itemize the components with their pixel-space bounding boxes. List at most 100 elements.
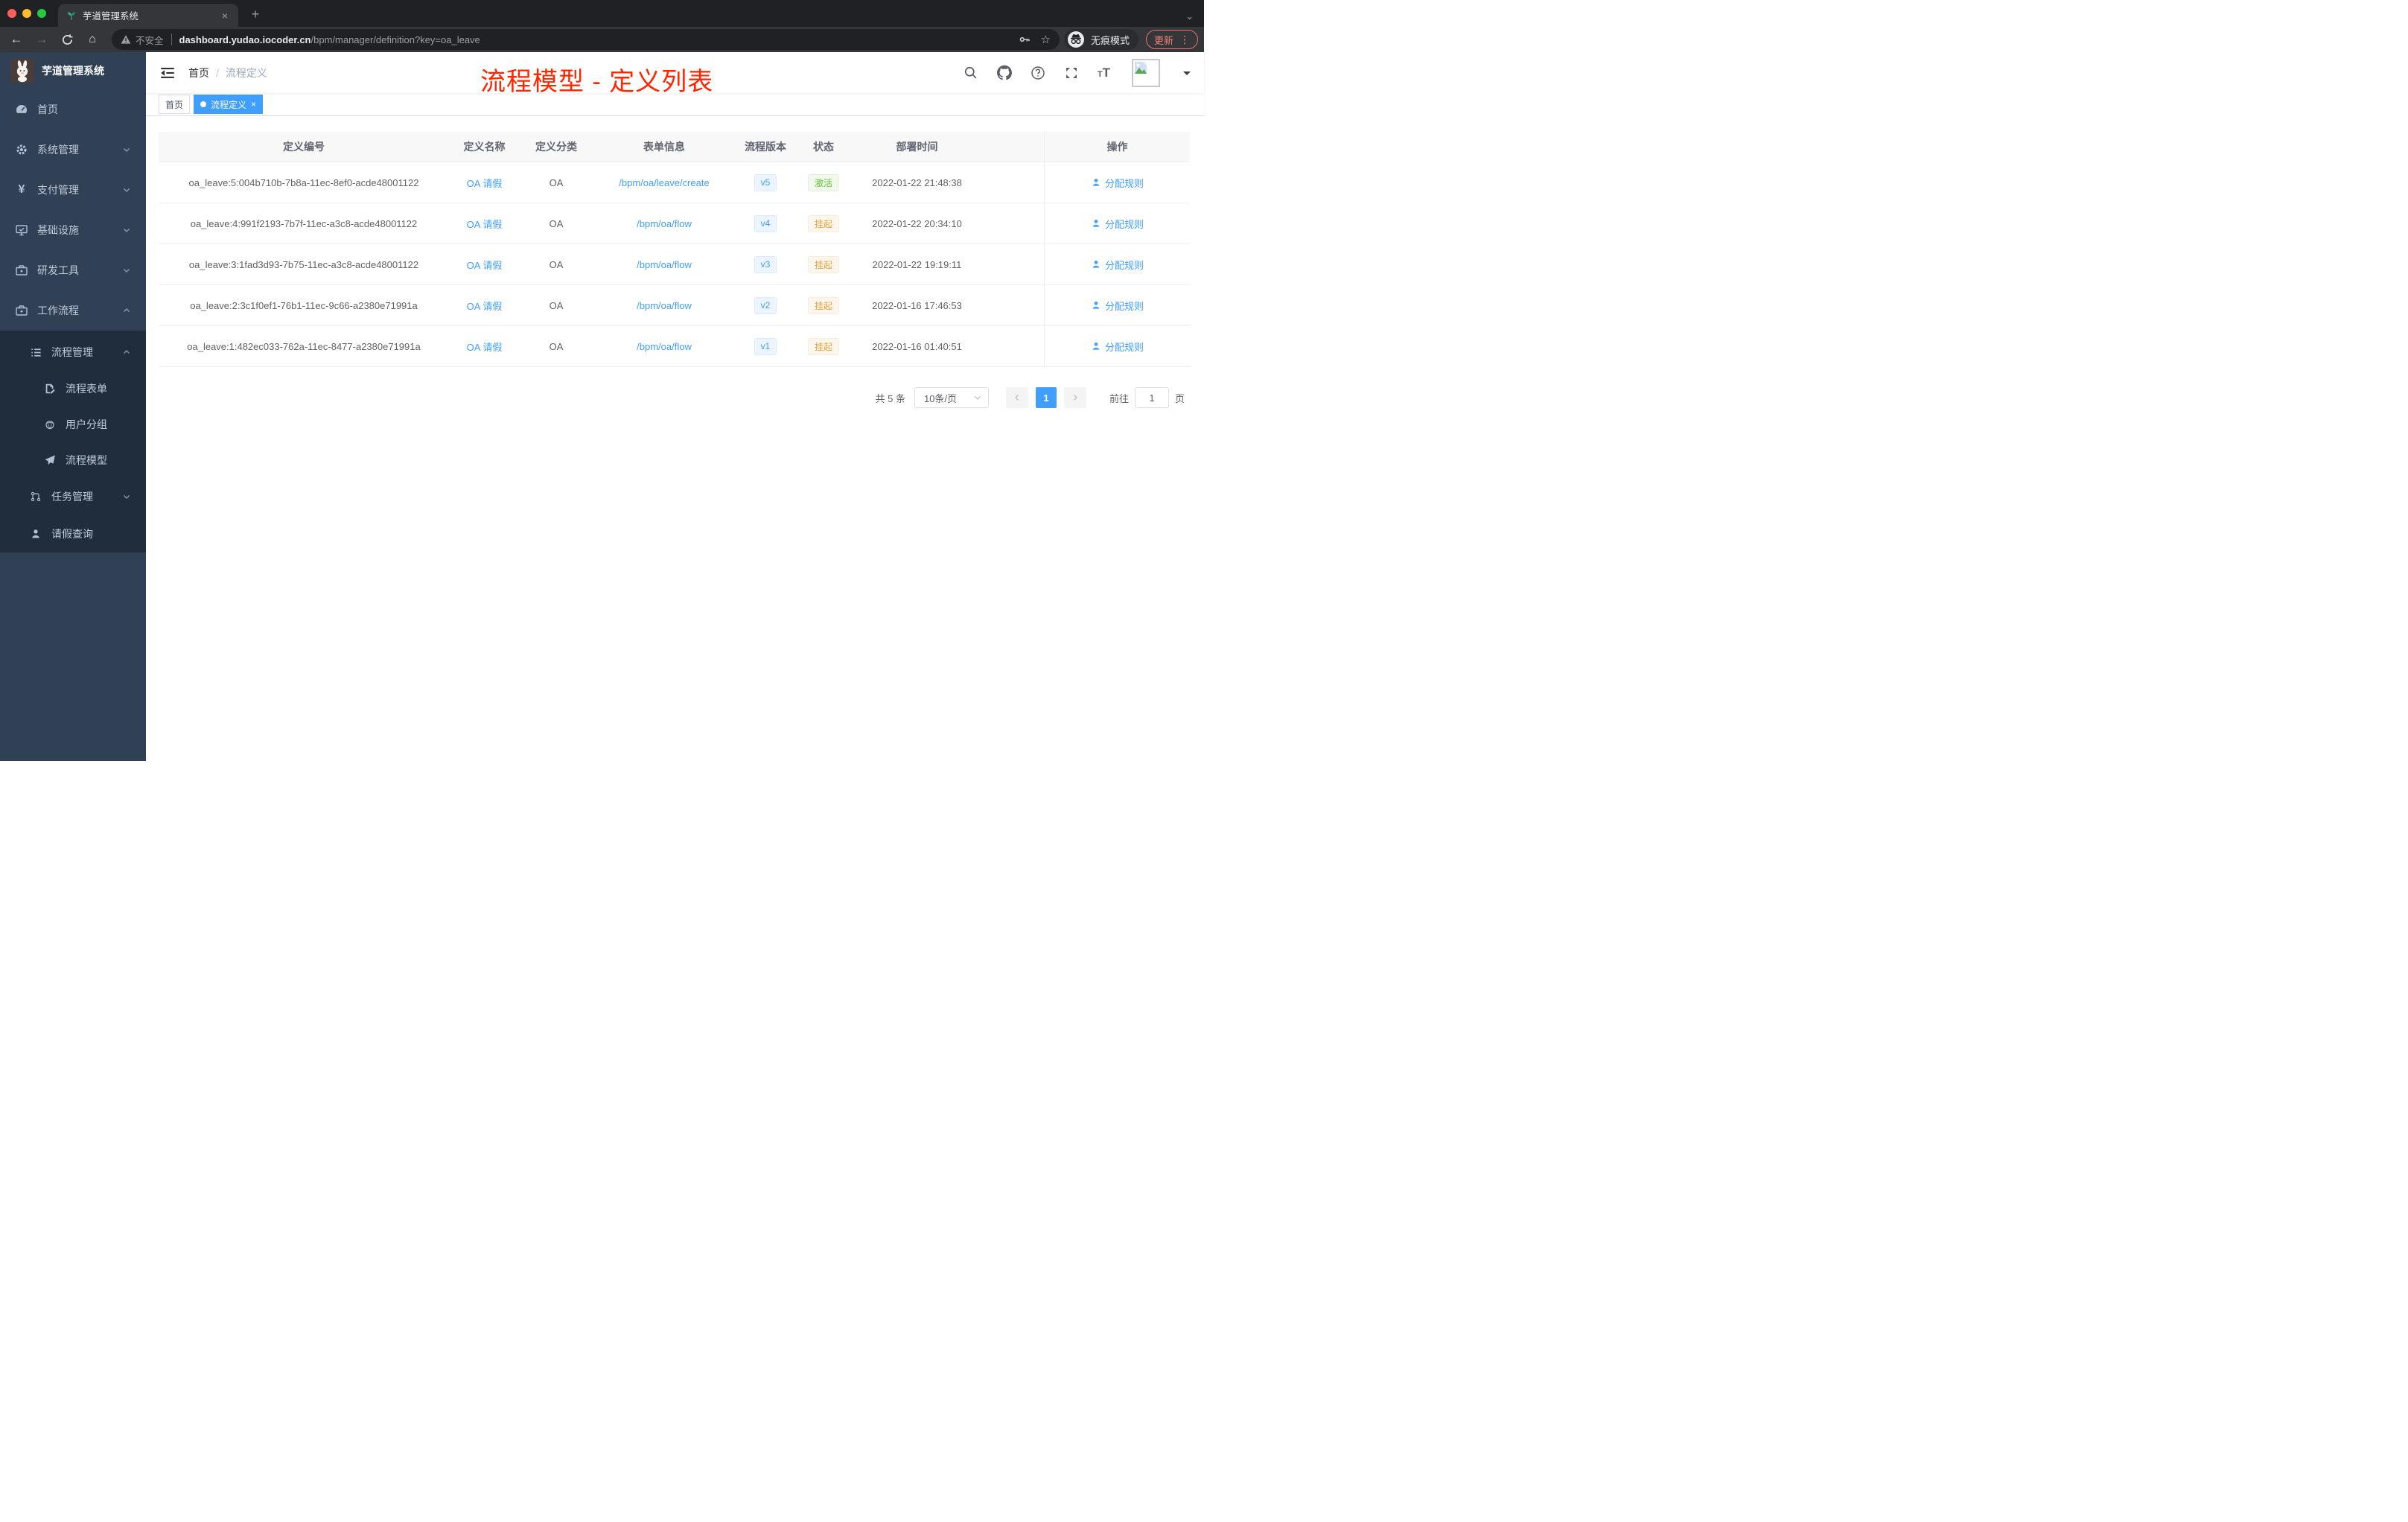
- definition-name-link[interactable]: OA 请假: [467, 217, 503, 231]
- status-badge: 挂起: [807, 255, 839, 273]
- next-page-button[interactable]: [1063, 387, 1086, 408]
- font-size-icon[interactable]: TT: [1098, 66, 1110, 79]
- header-form-info: 表单信息: [643, 141, 685, 153]
- paper-plane-icon: [43, 453, 57, 467]
- page-size-select[interactable]: 10条/页: [914, 387, 989, 408]
- forward-button[interactable]: →: [31, 29, 52, 50]
- sidebar-item-process-form[interactable]: 流程表单: [0, 371, 146, 407]
- yen-icon: ¥: [18, 183, 25, 196]
- assign-rule-button[interactable]: 分配规则: [1091, 258, 1144, 272]
- tab-close-icon[interactable]: ×: [219, 10, 231, 22]
- status-badge: 激活: [807, 173, 839, 191]
- chevron-down-icon: [122, 185, 131, 194]
- current-page-button[interactable]: 1: [1035, 387, 1057, 408]
- breadcrumb-separator: /: [216, 66, 219, 79]
- home-button[interactable]: ⌂: [82, 29, 103, 50]
- table-header-row: 定义编号 定义名称 定义分类 表单信息 流程版本 状态 部署时间 操作: [159, 132, 1190, 162]
- version-tag: v5: [754, 173, 777, 191]
- goto-page-input[interactable]: [1134, 387, 1169, 408]
- reload-button[interactable]: [57, 29, 77, 50]
- zoom-window-button[interactable]: [37, 9, 46, 18]
- security-warning-icon: [121, 34, 131, 45]
- sidebar-item-process-mgmt[interactable]: 流程管理: [0, 334, 146, 371]
- sidebar-item-leave-query[interactable]: 请假查询: [0, 515, 146, 553]
- definition-category: OA: [549, 176, 564, 188]
- sidebar-item-user-group[interactable]: 用户分组: [0, 407, 146, 442]
- definition-name-link[interactable]: OA 请假: [467, 340, 503, 354]
- url-path: /bpm/manager/definition?key=oa_leave: [310, 34, 480, 45]
- dashboard-icon: [15, 103, 28, 116]
- document-edit-icon: [43, 382, 57, 395]
- new-tab-button[interactable]: +: [246, 4, 265, 24]
- github-icon[interactable]: [996, 65, 1012, 80]
- status-badge: 挂起: [807, 214, 839, 232]
- definition-name-link[interactable]: OA 请假: [467, 258, 503, 272]
- chevron-down-icon: [122, 492, 131, 501]
- assign-rule-button[interactable]: 分配规则: [1091, 299, 1144, 313]
- row-spacer: [982, 285, 1044, 325]
- broken-image-icon: [1135, 61, 1147, 74]
- assign-rule-button[interactable]: 分配规则: [1091, 217, 1144, 231]
- browser-toolbar: ← → ⌂ 不安全 dashboard.yudao.iocoder.cn /bp…: [0, 27, 1204, 52]
- definition-id: oa_leave:2:3c1f0ef1-76b1-11ec-9c66-a2380…: [190, 299, 418, 311]
- omnibox-divider: [171, 34, 172, 45]
- sidebar-item-devtools[interactable]: 研发工具: [0, 250, 146, 290]
- minimize-window-button[interactable]: [22, 9, 31, 18]
- sidebar-fold-icon[interactable]: [159, 65, 176, 81]
- sidebar-item-process-model[interactable]: 流程模型: [0, 442, 146, 478]
- sidebar-item-system[interactable]: 系统管理: [0, 130, 146, 170]
- definition-name-link[interactable]: OA 请假: [467, 299, 503, 313]
- definition-name-link[interactable]: OA 请假: [467, 176, 503, 190]
- sidebar-item-task-mgmt[interactable]: 任务管理: [0, 478, 146, 515]
- fullscreen-icon[interactable]: [1064, 66, 1079, 80]
- rabbit-avatar: [10, 59, 34, 83]
- sidebar-item-infrastructure[interactable]: 基础设施: [0, 210, 146, 250]
- search-icon[interactable]: [963, 66, 978, 80]
- header-deploy-time: 部署时间: [896, 141, 938, 153]
- status-badge: 挂起: [807, 337, 839, 355]
- gear-icon: [15, 143, 28, 156]
- back-button[interactable]: ←: [6, 29, 27, 50]
- browser-tab[interactable]: 芋道管理系统 ×: [58, 4, 238, 27]
- form-link[interactable]: /bpm/oa/leave/create: [619, 177, 709, 188]
- form-link[interactable]: /bpm/oa/flow: [637, 259, 692, 270]
- form-link[interactable]: /bpm/oa/flow: [637, 218, 692, 229]
- chevron-down-icon: [973, 393, 982, 402]
- breadcrumb-home[interactable]: 首页: [188, 66, 209, 80]
- address-bar[interactable]: 不安全 dashboard.yudao.iocoder.cn /bpm/mana…: [112, 29, 1060, 50]
- annotation-title: 流程模型 - 定义列表: [480, 68, 714, 96]
- close-window-button[interactable]: [7, 9, 16, 18]
- prev-page-button[interactable]: [1005, 387, 1028, 408]
- header-actions: 操作: [1044, 132, 1190, 162]
- briefcase-icon: [15, 304, 28, 317]
- form-link[interactable]: /bpm/oa/flow: [637, 341, 692, 352]
- form-link[interactable]: /bpm/oa/flow: [637, 300, 692, 311]
- header-process-version: 流程版本: [745, 141, 786, 153]
- sidebar-item-payment[interactable]: ¥ 支付管理: [0, 170, 146, 210]
- bookmark-star-icon[interactable]: ☆: [1041, 33, 1051, 46]
- deploy-time: 2022-01-16 01:40:51: [872, 340, 962, 352]
- password-key-icon[interactable]: [1019, 34, 1031, 45]
- chevron-down-icon: [122, 145, 131, 154]
- tag-close-icon[interactable]: ×: [251, 99, 256, 109]
- definition-category: OA: [549, 217, 564, 229]
- update-button[interactable]: 更新 ⋮: [1145, 30, 1198, 49]
- help-icon[interactable]: [1031, 66, 1045, 80]
- avatar[interactable]: [1132, 58, 1160, 87]
- tag-home[interactable]: 首页: [159, 95, 191, 114]
- list-icon: [29, 346, 42, 359]
- sidebar-item-workflow[interactable]: 工作流程: [0, 290, 146, 331]
- sidebar-item-home[interactable]: 首页: [0, 89, 146, 130]
- definition-category: OA: [549, 258, 564, 270]
- assign-rule-button[interactable]: 分配规则: [1091, 340, 1144, 354]
- dropdown-caret-icon[interactable]: [1183, 71, 1191, 79]
- page-content: 定义编号 定义名称 定义分类 表单信息 流程版本 状态 部署时间 操作 oa_l…: [146, 116, 1204, 761]
- browser-menu-kebab-icon[interactable]: ⋮: [1179, 34, 1190, 46]
- deploy-time: 2022-01-22 20:34:10: [872, 217, 962, 229]
- definition-category: OA: [549, 299, 564, 311]
- tag-process-definition[interactable]: 流程定义 ×: [194, 95, 264, 114]
- breadcrumb-current: 流程定义: [225, 66, 267, 79]
- assign-rule-button[interactable]: 分配规则: [1091, 176, 1144, 190]
- security-warning-label[interactable]: 不安全: [136, 33, 164, 47]
- tab-overflow-icon[interactable]: ⌄: [1185, 10, 1194, 22]
